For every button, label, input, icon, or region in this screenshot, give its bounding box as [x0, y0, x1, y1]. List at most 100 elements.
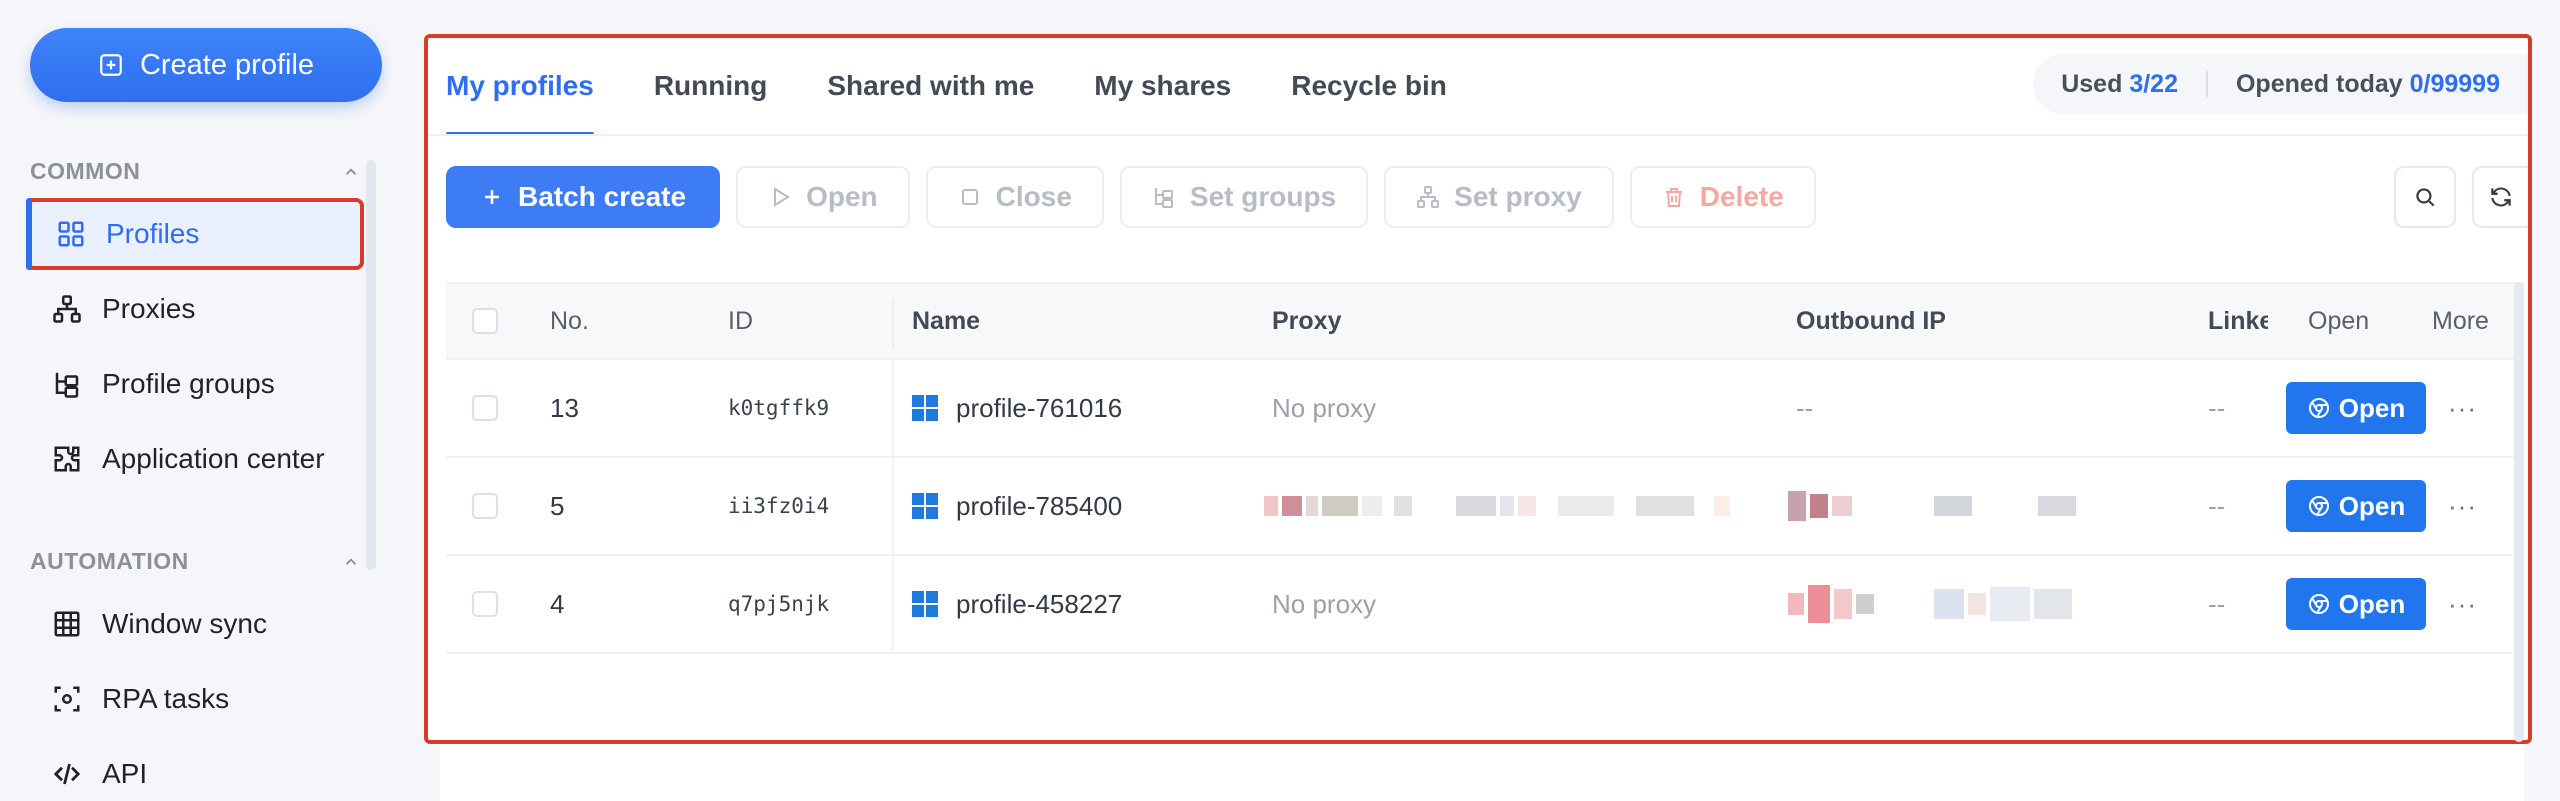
windows-icon	[912, 591, 938, 617]
row-open-button[interactable]: Open	[2286, 578, 2426, 630]
table-scrollbar[interactable]	[2514, 282, 2524, 742]
profiles-table: No. ID Name Proxy Outbound IP Linke Open…	[446, 282, 2524, 654]
row-open-label: Open	[2338, 588, 2406, 619]
row-open-button[interactable]: Open	[2286, 382, 2426, 434]
header-outbound-ip[interactable]: Outbound IP	[1796, 284, 1946, 358]
browser-icon	[2308, 594, 2329, 614]
header-open: Open	[2308, 306, 2370, 335]
open-button[interactable]: Open	[736, 166, 910, 228]
main-panel-lower	[440, 744, 2524, 801]
plus-square-icon	[100, 54, 122, 76]
tab-my-profiles[interactable]: My profiles	[446, 38, 594, 136]
profile-tabs: My profiles Running Shared with me My sh…	[446, 38, 1507, 136]
browser-icon	[2308, 398, 2329, 418]
sidebar-scrollbar[interactable]	[366, 160, 376, 570]
usage-used: Used 3/22	[2061, 69, 2178, 98]
table-row[interactable]: 5 ii3fz0i4 profile-785400 -- Open ···	[446, 458, 2524, 556]
header-id[interactable]: ID	[728, 284, 753, 358]
set-proxy-button[interactable]: Set proxy	[1384, 166, 1614, 228]
more-menu-icon[interactable]: ···	[2448, 360, 2477, 456]
cell-id: k0tgffk9	[728, 396, 830, 420]
search-icon	[2416, 188, 2435, 207]
network-icon	[53, 295, 81, 323]
row-open-label: Open	[2338, 392, 2406, 423]
sidebar-item-window-sync[interactable]: Window sync	[30, 592, 360, 656]
chevron-up-icon	[345, 557, 357, 565]
main-panel: My profiles Running Shared with me My sh…	[424, 34, 2532, 744]
sidebar: Create profile COMMON Profiles Proxies P…	[0, 0, 388, 801]
row-open-label: Open	[2338, 490, 2406, 521]
column-divider	[892, 458, 894, 556]
sidebar-item-rpa-tasks[interactable]: RPA tasks	[30, 667, 360, 731]
sidebar-item-profiles[interactable]: Profiles	[26, 198, 364, 270]
sidebar-item-label: API	[102, 758, 148, 789]
sidebar-item-label: Profile groups	[102, 368, 275, 399]
sidebar-item-label: Window sync	[102, 608, 267, 639]
cell-outbound-ip-redacted	[1788, 458, 2076, 554]
tab-my-shares[interactable]: My shares	[1094, 38, 1231, 134]
cell-name[interactable]: profile-761016	[912, 360, 1122, 456]
cell-name[interactable]: profile-785400	[912, 458, 1122, 554]
sidebar-item-api[interactable]: API	[30, 742, 360, 801]
create-profile-label: Create profile	[139, 48, 315, 81]
tab-shared-with-me[interactable]: Shared with me	[827, 38, 1034, 134]
network-icon	[1417, 186, 1440, 208]
search-button[interactable]	[2394, 166, 2456, 228]
sidebar-item-label: Profiles	[106, 218, 200, 249]
windows-icon	[912, 395, 938, 421]
sidebar-item-label: Application center	[102, 443, 325, 474]
profile-name: profile-785400	[956, 490, 1123, 521]
section-common-header[interactable]: COMMON	[30, 158, 360, 185]
chevron-up-icon	[345, 167, 357, 175]
row-open-button[interactable]: Open	[2286, 480, 2426, 532]
tab-recycle-bin[interactable]: Recycle bin	[1291, 38, 1447, 134]
plus-icon	[485, 190, 499, 204]
batch-create-button[interactable]: Batch create	[446, 166, 721, 228]
cell-linked: --	[2208, 588, 2226, 619]
column-divider	[892, 360, 894, 458]
puzzle-icon	[54, 446, 80, 472]
profile-name: profile-761016	[956, 392, 1123, 423]
table-row[interactable]: 13 k0tgffk9 profile-761016 No proxy -- -…	[446, 360, 2524, 458]
close-label: Close	[995, 181, 1072, 212]
sidebar-item-profile-groups[interactable]: Profile groups	[30, 352, 360, 416]
delete-label: Delete	[1699, 181, 1784, 212]
table-icon	[54, 611, 80, 637]
cell-name[interactable]: profile-458227	[912, 556, 1122, 652]
sidebar-item-application-center[interactable]: Application center	[30, 427, 360, 491]
scan-icon	[54, 686, 80, 712]
refresh-button[interactable]	[2472, 166, 2528, 228]
cell-outbound-ip: --	[1796, 392, 1814, 423]
cell-no: 5	[550, 490, 565, 521]
browser-icon	[2308, 496, 2329, 516]
column-divider	[892, 298, 894, 348]
set-proxy-label: Set proxy	[1454, 181, 1582, 212]
section-automation-header[interactable]: AUTOMATION	[30, 548, 360, 575]
set-groups-label: Set groups	[1189, 181, 1337, 212]
close-button[interactable]: Close	[925, 166, 1104, 228]
usage-opened-today: Opened today 0/99999	[2235, 69, 2500, 98]
table-header: No. ID Name Proxy Outbound IP Linke Open…	[446, 282, 2524, 360]
sidebar-item-proxies[interactable]: Proxies	[30, 277, 360, 341]
delete-button[interactable]: Delete	[1629, 166, 1816, 228]
cell-id: q7pj5njk	[728, 592, 830, 616]
header-linked[interactable]: Linke	[2208, 284, 2268, 358]
set-groups-button[interactable]: Set groups	[1119, 166, 1369, 228]
row-checkbox[interactable]	[472, 395, 498, 421]
more-menu-icon[interactable]: ···	[2448, 458, 2477, 554]
tab-running[interactable]: Running	[654, 38, 768, 134]
stop-icon	[961, 189, 978, 205]
header-no[interactable]: No.	[550, 284, 589, 358]
row-checkbox[interactable]	[472, 591, 498, 617]
table-row[interactable]: 4 q7pj5njk profile-458227 No proxy -- Op…	[446, 556, 2524, 654]
profile-name: profile-458227	[956, 588, 1123, 619]
create-profile-button[interactable]: Create profile	[30, 28, 382, 102]
tree-icon	[55, 372, 79, 398]
windows-icon	[912, 493, 938, 519]
header-proxy[interactable]: Proxy	[1272, 284, 1341, 358]
header-name[interactable]: Name	[912, 284, 980, 358]
select-all-checkbox[interactable]	[472, 308, 498, 334]
row-checkbox[interactable]	[472, 493, 498, 519]
cell-linked: --	[2208, 490, 2226, 521]
more-menu-icon[interactable]: ···	[2448, 556, 2477, 652]
